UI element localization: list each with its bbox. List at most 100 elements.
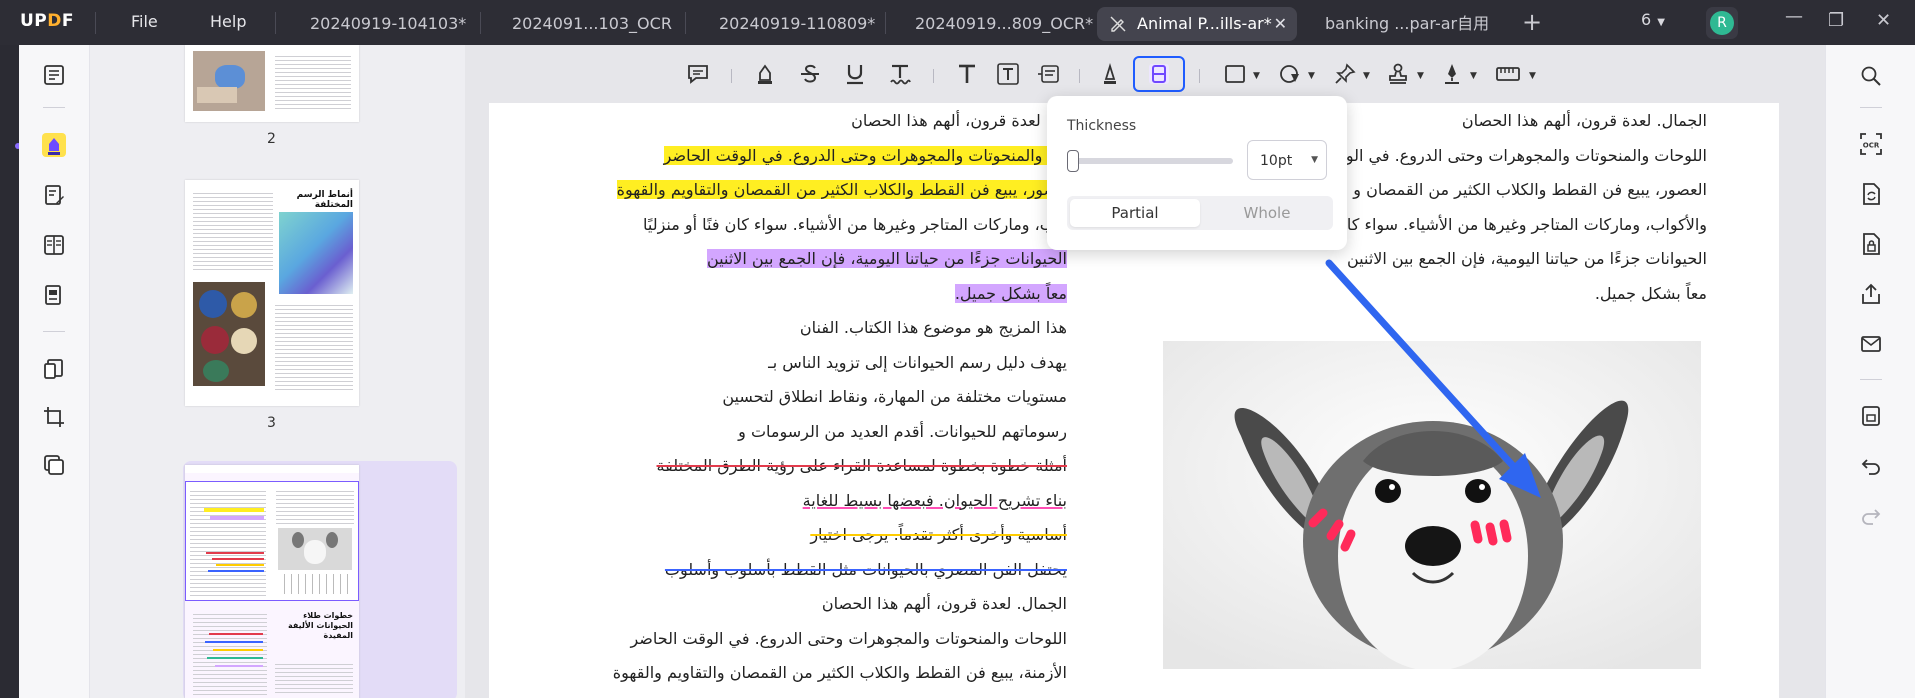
text-column-left: ال. لعدة قرون، ألهم هذا الحصان ات والمنحو… <box>597 103 1067 698</box>
chevron-down-icon[interactable]: ▼ <box>1363 71 1370 81</box>
search-button[interactable] <box>1856 61 1886 91</box>
measure-button[interactable] <box>1493 59 1523 89</box>
shape-button[interactable] <box>1275 59 1305 89</box>
reader-icon <box>42 63 66 87</box>
menu-file[interactable]: File <box>131 12 158 31</box>
thickness-slider-handle[interactable] <box>1067 150 1079 172</box>
save-button[interactable] <box>1856 401 1886 431</box>
erase-mode-segmented: Partial Whole <box>1067 196 1333 230</box>
tab-active[interactable]: Animal P...ills-ar* ✕ <box>1097 7 1297 41</box>
chevron-down-icon[interactable]: ▼ <box>1417 71 1424 81</box>
thumbnail-watercolor <box>279 212 353 294</box>
doc-line[interactable]: الجمال. لعدة قرون، ألهم هذا الحصان <box>1462 106 1707 136</box>
undo-button[interactable] <box>1856 451 1886 481</box>
squiggly-button[interactable] <box>885 59 915 89</box>
restore-button[interactable]: ❐ <box>1828 10 1844 31</box>
doc-line[interactable]: اللوحات والمنحوتات والمجوهرات وحتى الدرو… <box>1346 141 1707 171</box>
tab-4[interactable]: 20240919...809_OCR* <box>915 7 1093 41</box>
tab-count-dropdown[interactable]: 6 ▼ <box>1641 10 1665 29</box>
doc-line[interactable]: الجمال. لعدة قرون، ألهم هذا الحصان <box>822 589 1067 619</box>
strikethrough-button[interactable] <box>795 59 825 89</box>
share-icon <box>1860 283 1882 305</box>
doc-line[interactable]: العصور، يبيع فن القطط والكلاب الكثير من … <box>1353 175 1707 205</box>
partial-option[interactable]: Partial <box>1070 199 1200 227</box>
doc-line[interactable]: يحتفل الفن المصري بالحيوانات مثل القطط ب… <box>665 555 1067 585</box>
doc-line[interactable]: ال. لعدة قرون، ألهم هذا الحصان <box>851 106 1067 136</box>
protect-button[interactable] <box>1856 229 1886 259</box>
doc-line[interactable]: اللوحات والمنحوتات والمجوهرات وحتى الدرو… <box>630 624 1067 654</box>
tab-1[interactable]: 20240919-104103* <box>310 7 466 41</box>
underline-button[interactable] <box>840 59 870 89</box>
chevron-down-icon[interactable]: ▼ <box>1253 71 1260 81</box>
avatar[interactable]: R <box>1706 7 1738 39</box>
edit-pdf-button[interactable] <box>36 177 72 213</box>
fill-sign-button[interactable] <box>36 277 72 313</box>
close-window-button[interactable]: ✕ <box>1876 10 1891 31</box>
doc-line[interactable]: والأكواب، وماركات المتاجر وغيرها من الأش… <box>1347 210 1707 240</box>
convert-icon <box>1860 182 1882 206</box>
thumbnail-page-4[interactable]: خطوات طلاء الحيوانات الأليفة المفيدة <box>185 465 359 698</box>
reader-mode-button[interactable] <box>36 57 72 93</box>
app-logo: UPDF <box>20 11 75 31</box>
undo-icon <box>1860 455 1882 477</box>
organize-pages-button[interactable] <box>36 227 72 263</box>
doc-line[interactable]: أساسية وأخرى أكثر تقدماً. يرجى اختيار <box>810 520 1067 550</box>
textbox-button[interactable] <box>993 59 1023 89</box>
comment-button[interactable] <box>683 59 713 89</box>
page-tools-button[interactable] <box>36 351 72 387</box>
chevron-down-icon[interactable]: ▼ <box>1308 71 1315 81</box>
share-button[interactable] <box>1856 279 1886 309</box>
redo-button[interactable] <box>1856 501 1886 531</box>
doc-line[interactable]: واب، وماركات المتاجر وغيرها من الأشياء. … <box>643 210 1067 240</box>
doc-line[interactable]: رسوماتهم للحيوانات. أقدم العديد من الرسو… <box>738 417 1067 447</box>
thumbnail-page-3[interactable]: أنماط الرسم المختلفة <box>185 180 359 406</box>
highlight-button[interactable] <box>750 59 780 89</box>
email-icon <box>1860 334 1882 354</box>
doc-line[interactable]: عصور، يبيع فن القطط والكلاب الكثير من ال… <box>616 175 1067 205</box>
convert-button[interactable] <box>1856 179 1886 209</box>
pencil-button[interactable] <box>1095 59 1125 89</box>
thickness-size-select[interactable]: 10pt ▼ <box>1247 140 1327 180</box>
doc-line-text: ال. لعدة قرون، ألهم هذا الحصان <box>851 111 1067 130</box>
doc-line[interactable]: أمثلة خطوة بخطوة لمساعدة القراء على رؤية… <box>657 451 1067 481</box>
doc-line[interactable]: مستويات مختلفة من المهارة، ونقاط انطلاق … <box>722 382 1067 412</box>
rectangle-button[interactable] <box>1220 59 1250 89</box>
whole-option[interactable]: Whole <box>1202 199 1332 227</box>
new-tab-button[interactable]: + <box>1522 8 1542 36</box>
arrow-annotation[interactable] <box>1319 253 1559 513</box>
thumbnail-panel: 2 أنماط الرسم المختلفة 3 خطوات طلاء الحي… <box>90 45 465 698</box>
doc-line[interactable]: الأزمنة، يبيع فن القطط والكلاب الكثير من… <box>613 658 1067 688</box>
thumbnail-viewport-frame <box>185 481 359 601</box>
minimize-button[interactable]: — <box>1785 6 1803 27</box>
doc-line[interactable]: معاً بشكل جميل. <box>1595 279 1707 309</box>
doc-line[interactable]: هذا المزيج هو موضوع هذا الكتاب. الفنان <box>800 313 1067 343</box>
chevron-down-icon[interactable]: ▼ <box>1529 71 1536 81</box>
doc-line[interactable]: ات والمنحوتات والمجوهرات وحتى الدروع. في… <box>663 141 1067 171</box>
comment-mode-button[interactable] <box>36 127 72 163</box>
doc-line[interactable]: يهدف دليل رسم الحيوانات إلى تزويد الناس … <box>768 348 1067 378</box>
thumbnail-page-2[interactable] <box>185 45 359 122</box>
tab-3[interactable]: 20240919-110809* <box>719 7 875 41</box>
eraser-button-active[interactable] <box>1133 56 1185 92</box>
text-callout-button[interactable] <box>1033 59 1063 89</box>
edit-doc-icon <box>42 183 66 207</box>
tab-6[interactable]: banking ...par-ar自用 <box>1325 7 1489 41</box>
doc-line[interactable]: الحيوانات جزءًا من حياتنا اليومية، فإن ا… <box>706 244 1067 274</box>
chevron-down-icon[interactable]: ▼ <box>1470 71 1477 81</box>
doc-line[interactable]: بناء تشريح الحيوان. فبعضها بسيط للغاية <box>803 486 1067 516</box>
doc-line-text: رسوماتهم للحيوانات. أقدم العديد من الرسو… <box>738 421 1067 441</box>
crop-button[interactable] <box>36 399 72 435</box>
stamp-button[interactable] <box>1383 59 1413 89</box>
email-button[interactable] <box>1856 329 1886 359</box>
close-tab-icon[interactable]: ✕ <box>1274 7 1287 41</box>
doc-line-text: يهدف دليل رسم الحيوانات إلى تزويد الناس … <box>768 352 1067 372</box>
layers-button[interactable] <box>36 447 72 483</box>
pin-button[interactable] <box>1330 59 1360 89</box>
menu-help[interactable]: Help <box>210 12 246 31</box>
text-button[interactable] <box>952 59 982 89</box>
doc-line[interactable]: معاً بشكل جميل. <box>954 279 1067 309</box>
thickness-slider-track[interactable] <box>1073 158 1233 164</box>
ocr-button[interactable]: OCR <box>1856 129 1886 159</box>
signature-button[interactable] <box>1437 59 1467 89</box>
tab-2[interactable]: 2024091...103_OCR <box>512 7 672 41</box>
